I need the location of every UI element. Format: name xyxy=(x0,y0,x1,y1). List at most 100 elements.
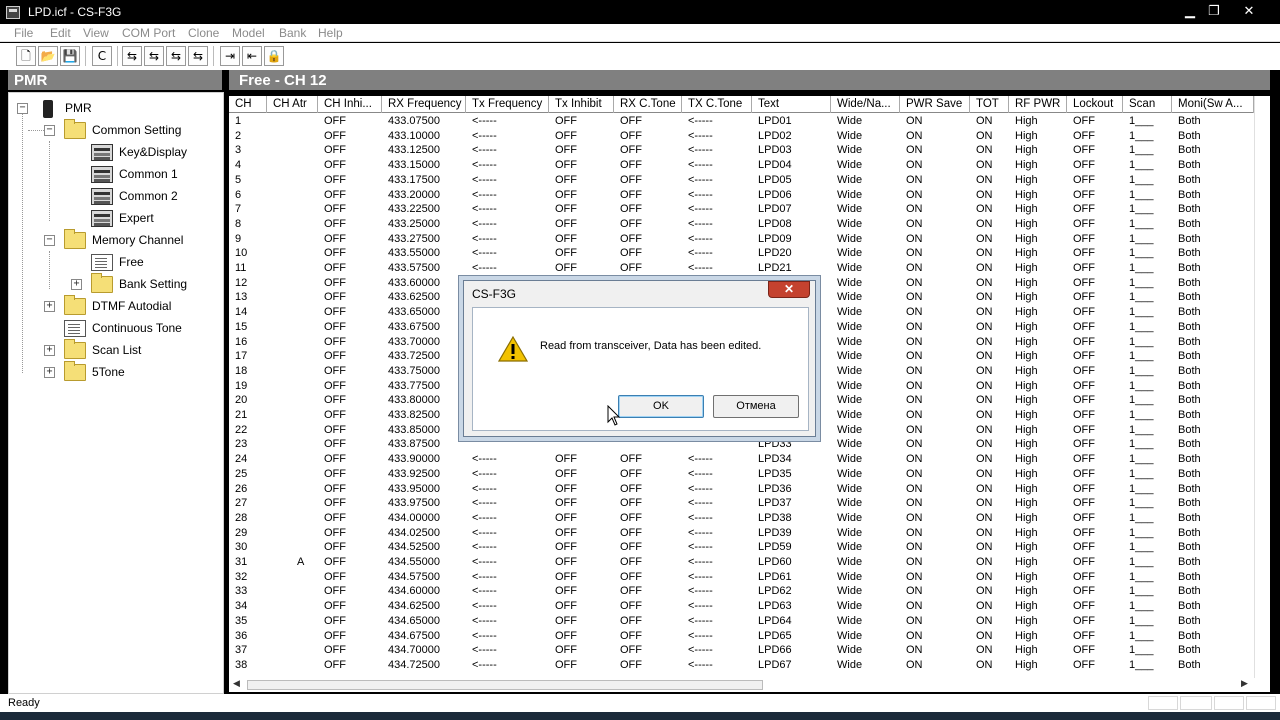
cell-wide-narrow[interactable]: Wide xyxy=(837,496,900,511)
cell-tx-ctone[interactable]: <----- xyxy=(688,188,752,203)
cell-pwr-save[interactable]: ON xyxy=(906,496,970,511)
cell-ch-inhibit[interactable]: OFF xyxy=(324,188,382,203)
cell-rx-ctone[interactable]: OFF xyxy=(620,599,682,614)
cell-tx-frequency[interactable]: <----- xyxy=(472,570,549,585)
close-button[interactable]: ✕ xyxy=(1238,3,1260,19)
cell-text[interactable]: LPD59 xyxy=(758,540,831,555)
table-row[interactable]: 28 OFF 434.00000 <----- OFF OFF <----- LPD38 Wid… xyxy=(229,511,1254,526)
table-row[interactable]: 34 OFF 434.62500 <----- OFF OFF <----- LPD63 Wid… xyxy=(229,599,1254,614)
cell-rf-pwr[interactable]: High xyxy=(1015,129,1067,144)
cell-rx-frequency[interactable]: 433.80000 xyxy=(388,393,466,408)
cell-tx-inhibit[interactable]: OFF xyxy=(555,511,614,526)
cell-ch-inhibit[interactable]: OFF xyxy=(324,158,382,173)
cell-rx-frequency[interactable]: 433.25000 xyxy=(388,217,466,232)
cell-rf-pwr[interactable]: High xyxy=(1015,658,1067,673)
cell-rf-pwr[interactable]: High xyxy=(1015,335,1067,350)
cell-rf-pwr[interactable]: High xyxy=(1015,173,1067,188)
cell-tx-frequency[interactable]: <----- xyxy=(472,246,549,261)
cell-pwr-save[interactable]: ON xyxy=(906,467,970,482)
cell-rx-ctone[interactable]: OFF xyxy=(620,188,682,203)
cell-scan[interactable]: 1___ xyxy=(1129,261,1172,276)
cell-moni[interactable]: Both xyxy=(1178,540,1254,555)
cell-ch[interactable]: 34 xyxy=(235,599,267,614)
cell-moni[interactable]: Both xyxy=(1178,246,1254,261)
cell-scan[interactable]: 1___ xyxy=(1129,217,1172,232)
cell-tx-inhibit[interactable]: OFF xyxy=(555,570,614,585)
cell-rf-pwr[interactable]: High xyxy=(1015,379,1067,394)
cell-tot[interactable]: ON xyxy=(976,217,1009,232)
cell-wide-narrow[interactable]: Wide xyxy=(837,437,900,452)
cell-rx-ctone[interactable]: OFF xyxy=(620,217,682,232)
cell-pwr-save[interactable]: ON xyxy=(906,158,970,173)
cell-lockout[interactable]: OFF xyxy=(1073,584,1123,599)
cell-lockout[interactable]: OFF xyxy=(1073,467,1123,482)
cell-ch-inhibit[interactable]: OFF xyxy=(324,246,382,261)
cell-tot[interactable]: ON xyxy=(976,496,1009,511)
cell-wide-narrow[interactable]: Wide xyxy=(837,511,900,526)
cell-rx-ctone[interactable]: OFF xyxy=(620,261,682,276)
cell-text[interactable]: LPD60 xyxy=(758,555,831,570)
expand-icon[interactable]: + xyxy=(44,301,55,312)
cell-pwr-save[interactable]: ON xyxy=(906,349,970,364)
cell-tx-frequency[interactable]: <----- xyxy=(472,526,549,541)
cell-rf-pwr[interactable]: High xyxy=(1015,246,1067,261)
table-row[interactable]: 26 OFF 433.95000 <----- OFF OFF <----- LPD36 Wid… xyxy=(229,482,1254,497)
column-header-rf-pwr[interactable]: RF PWR xyxy=(1009,96,1067,113)
cell-pwr-save[interactable]: ON xyxy=(906,290,970,305)
cell-tx-ctone[interactable]: <----- xyxy=(688,496,752,511)
cell-rx-frequency[interactable]: 433.20000 xyxy=(388,188,466,203)
cell-tx-ctone[interactable]: <----- xyxy=(688,452,752,467)
cell-ch-inhibit[interactable]: OFF xyxy=(324,658,382,673)
cell-text[interactable]: LPD33 xyxy=(758,437,831,452)
cell-lockout[interactable]: OFF xyxy=(1073,540,1123,555)
column-header-tx-inhibit[interactable]: Tx Inhibit xyxy=(549,96,614,113)
cell-rx-ctone[interactable]: OFF xyxy=(620,629,682,644)
cell-lockout[interactable]: OFF xyxy=(1073,335,1123,350)
cell-lockout[interactable]: OFF xyxy=(1073,290,1123,305)
menu-file[interactable]: File xyxy=(14,26,33,40)
cell-rx-frequency[interactable]: 433.72500 xyxy=(388,349,466,364)
cell-pwr-save[interactable]: ON xyxy=(906,555,970,570)
cell-tx-ctone[interactable]: <----- xyxy=(688,232,752,247)
cell-ch-inhibit[interactable]: OFF xyxy=(324,305,382,320)
cell-tx-frequency[interactable]: <----- xyxy=(472,496,549,511)
cell-pwr-save[interactable]: ON xyxy=(906,173,970,188)
cell-rx-ctone[interactable]: OFF xyxy=(620,452,682,467)
cell-scan[interactable]: 1___ xyxy=(1129,188,1172,203)
cell-rx-frequency[interactable]: 434.00000 xyxy=(388,511,466,526)
cell-moni[interactable]: Both xyxy=(1178,143,1254,158)
column-header-moni[interactable]: Moni(Sw A... xyxy=(1172,96,1254,113)
cell-tx-inhibit[interactable]: OFF xyxy=(555,467,614,482)
cell-wide-narrow[interactable]: Wide xyxy=(837,629,900,644)
cell-tx-inhibit[interactable]: OFF xyxy=(555,643,614,658)
cell-ch[interactable]: 32 xyxy=(235,570,267,585)
cell-ch-inhibit[interactable]: OFF xyxy=(324,643,382,658)
cell-rx-frequency[interactable]: 434.52500 xyxy=(388,540,466,555)
cell-tx-frequency[interactable]: <----- xyxy=(472,467,549,482)
cell-ch-inhibit[interactable]: OFF xyxy=(324,599,382,614)
cell-ch-inhibit[interactable]: OFF xyxy=(324,379,382,394)
cell-tx-ctone[interactable]: <----- xyxy=(688,114,752,129)
cell-tx-inhibit[interactable]: OFF xyxy=(555,482,614,497)
cell-rx-ctone[interactable]: OFF xyxy=(620,555,682,570)
cell-text[interactable]: LPD08 xyxy=(758,217,831,232)
cell-moni[interactable]: Both xyxy=(1178,232,1254,247)
table-row[interactable]: 7 OFF 433.22500 <----- OFF OFF <----- LPD07 Wide… xyxy=(229,202,1254,217)
cell-lockout[interactable]: OFF xyxy=(1073,526,1123,541)
scroll-thumb[interactable] xyxy=(247,680,763,690)
cell-pwr-save[interactable]: ON xyxy=(906,629,970,644)
cell-pwr-save[interactable]: ON xyxy=(906,408,970,423)
column-header-text[interactable]: Text xyxy=(752,96,831,113)
cell-ch-inhibit[interactable]: OFF xyxy=(324,232,382,247)
cell-scan[interactable]: 1___ xyxy=(1129,540,1172,555)
cell-tot[interactable]: ON xyxy=(976,188,1009,203)
cell-moni[interactable]: Both xyxy=(1178,614,1254,629)
cell-moni[interactable]: Both xyxy=(1178,129,1254,144)
column-header-tx-frequency[interactable]: Tx Frequency xyxy=(466,96,549,113)
cell-tx-frequency[interactable]: <----- xyxy=(472,129,549,144)
table-row[interactable]: 35 OFF 434.65000 <----- OFF OFF <----- LPD64 Wid… xyxy=(229,614,1254,629)
cell-wide-narrow[interactable]: Wide xyxy=(837,540,900,555)
cell-tx-ctone[interactable]: <----- xyxy=(688,540,752,555)
tree-item-bank-setting[interactable]: Bank Setting xyxy=(91,273,221,294)
cell-rx-ctone[interactable]: OFF xyxy=(620,202,682,217)
